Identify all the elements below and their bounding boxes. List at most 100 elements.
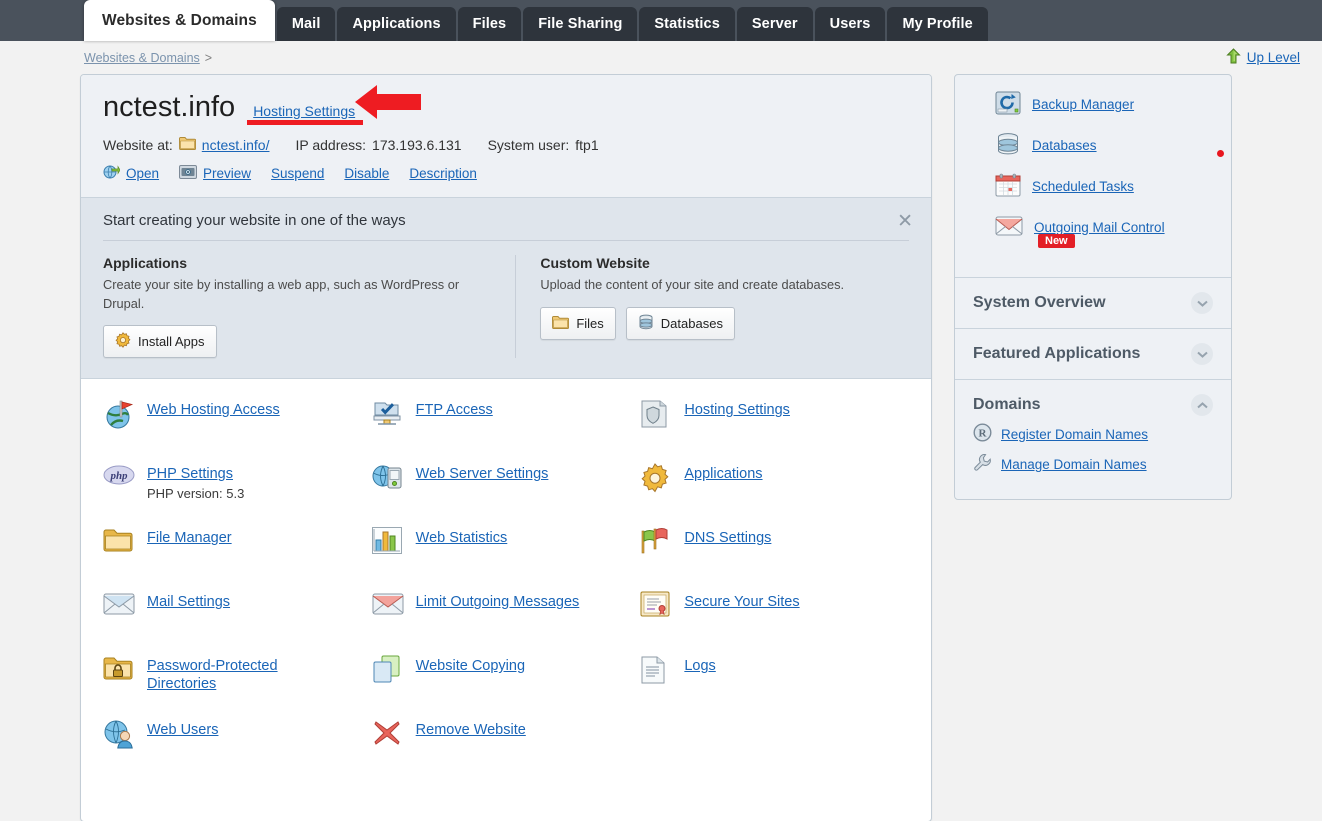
sidebar-link[interactable]: Backup Manager — [1032, 97, 1134, 112]
sidebar-item-manage-domain-names[interactable]: Manage Domain Names — [973, 453, 1213, 475]
tool-ftp-access[interactable]: FTP Access — [372, 397, 641, 461]
tool-logs[interactable]: Logs — [640, 653, 909, 717]
tool-link[interactable]: Web Server Settings — [416, 465, 549, 483]
gear-icon — [115, 332, 131, 351]
tool-link[interactable]: Web Hosting Access — [147, 401, 280, 419]
action-preview[interactable]: Preview — [179, 165, 251, 182]
sidebar-link[interactable]: Databases — [1032, 138, 1097, 153]
tab-statistics[interactable]: Statistics — [639, 7, 734, 41]
tool-link[interactable]: Applications — [684, 465, 762, 483]
shield-document-icon — [640, 397, 672, 432]
tool-secure-your-sites[interactable]: Secure Your Sites — [640, 589, 909, 653]
tool-body: Hosting Settings — [684, 397, 790, 419]
globe-user-icon — [103, 717, 135, 752]
tool-hosting-settings[interactable]: Hosting Settings — [640, 397, 909, 461]
tool-link[interactable]: DNS Settings — [684, 529, 771, 547]
sidebar-section-domains[interactable]: Domains R Register Domain — [955, 379, 1231, 499]
flags-icon — [640, 525, 672, 558]
tool-link[interactable]: Logs — [684, 657, 715, 675]
tool-link[interactable]: Limit Outgoing Messages — [416, 593, 580, 611]
tool-dns-settings[interactable]: DNS Settings — [640, 525, 909, 589]
action-description-link[interactable]: Description — [409, 166, 477, 181]
sidebar-section-featured-applications[interactable]: Featured Applications — [955, 328, 1231, 379]
tool-link[interactable]: Hosting Settings — [684, 401, 790, 419]
tab-file-sharing[interactable]: File Sharing — [523, 7, 637, 41]
ip-address-label: IP address: — [295, 137, 366, 153]
up-level[interactable]: Up Level — [1226, 48, 1300, 68]
files-button[interactable]: Files — [540, 307, 615, 340]
databases-button[interactable]: Databases — [626, 307, 735, 340]
folder-lock-icon — [103, 653, 135, 684]
tool-limit-outgoing-messages[interactable]: Limit Outgoing Messages — [372, 589, 641, 653]
action-suspend[interactable]: Suspend — [271, 166, 324, 181]
tab-websites-domains[interactable]: Websites & Domains — [84, 0, 275, 41]
tab-mail[interactable]: Mail — [277, 7, 336, 41]
sidebar-link[interactable]: Outgoing Mail Control — [1034, 220, 1165, 235]
system-user-group: System user: ftp1 — [488, 137, 599, 153]
tool-link[interactable]: Website Copying — [416, 657, 525, 675]
sidebar-item-scheduled-tasks[interactable]: Scheduled Tasks — [995, 173, 1213, 200]
calendar-icon — [995, 173, 1021, 200]
databases-button-label: Databases — [661, 316, 723, 331]
tool-link[interactable]: Web Users — [147, 721, 218, 739]
hosting-settings-annotated-link[interactable]: Hosting Settings — [253, 103, 355, 119]
tool-link[interactable]: Mail Settings — [147, 593, 230, 611]
tab-my-profile[interactable]: My Profile — [887, 7, 987, 41]
annotation-arrow-icon — [355, 83, 421, 121]
breadcrumb-item-websites-domains[interactable]: Websites & Domains — [84, 51, 200, 65]
section-title: System Overview — [973, 294, 1213, 312]
tab-applications[interactable]: Applications — [337, 7, 455, 41]
tab-users[interactable]: Users — [815, 7, 886, 41]
action-open[interactable]: Open — [103, 164, 159, 183]
tool-web-server-settings[interactable]: Web Server Settings — [372, 461, 641, 525]
promo-custom-text: Upload the content of your site and crea… — [540, 276, 885, 295]
tool-link[interactable]: PHP Settings — [147, 465, 233, 483]
tool-php-settings[interactable]: php PHP Settings PHP version: 5.3 — [103, 461, 372, 525]
tool-web-users[interactable]: Web Users — [103, 717, 372, 781]
install-apps-button[interactable]: Install Apps — [103, 325, 217, 358]
tool-remove-website[interactable]: Remove Website — [372, 717, 641, 781]
ftp-icon — [372, 397, 404, 432]
action-preview-link[interactable]: Preview — [203, 166, 251, 181]
tool-link[interactable]: Password-Protected Directories — [147, 657, 297, 693]
sidebar-link[interactable]: Register Domain Names — [1001, 427, 1148, 442]
sidebar-item-databases[interactable]: Databases — [995, 132, 1213, 159]
action-suspend-link[interactable]: Suspend — [271, 166, 324, 181]
chevron-up-icon[interactable] — [1191, 394, 1213, 416]
tool-web-hosting-access[interactable]: Web Hosting Access — [103, 397, 372, 461]
up-level-link[interactable]: Up Level — [1247, 50, 1300, 65]
tool-web-statistics[interactable]: Web Statistics — [372, 525, 641, 589]
tool-link[interactable]: FTP Access — [416, 401, 493, 419]
tool-website-copying[interactable]: Website Copying — [372, 653, 641, 717]
action-description[interactable]: Description — [409, 166, 477, 181]
hosting-settings-link[interactable]: Hosting Settings — [253, 103, 355, 119]
tab-server[interactable]: Server — [737, 7, 813, 41]
tool-applications[interactable]: Applications — [640, 461, 909, 525]
svg-text:php: php — [109, 470, 128, 482]
tool-link[interactable]: File Manager — [147, 529, 232, 547]
tool-link[interactable]: Remove Website — [416, 721, 526, 739]
action-disable[interactable]: Disable — [344, 166, 389, 181]
sidebar-item-backup-manager[interactable]: Backup Manager — [995, 91, 1213, 118]
chevron-down-icon[interactable] — [1191, 292, 1213, 314]
tool-file-manager[interactable]: File Manager — [103, 525, 372, 589]
tool-body: Website Copying — [416, 653, 525, 675]
tool-mail-settings[interactable]: Mail Settings — [103, 589, 372, 653]
action-disable-link[interactable]: Disable — [344, 166, 389, 181]
website-path-link[interactable]: nctest.info/ — [202, 137, 270, 153]
database-icon — [638, 314, 654, 333]
sidebar-link[interactable]: Scheduled Tasks — [1032, 179, 1134, 194]
tab-files[interactable]: Files — [458, 7, 522, 41]
chevron-down-icon[interactable] — [1191, 343, 1213, 365]
sidebar-link[interactable]: Manage Domain Names — [1001, 457, 1147, 472]
sidebar-item-outgoing-mail-control[interactable]: Outgoing Mail Control New — [995, 214, 1213, 261]
close-icon[interactable]: ✕ — [897, 212, 913, 231]
sidebar-section-system-overview[interactable]: System Overview — [955, 277, 1231, 328]
action-open-link[interactable]: Open — [126, 166, 159, 181]
tool-link[interactable]: Web Statistics — [416, 529, 508, 547]
tool-body: Mail Settings — [147, 589, 230, 611]
tool-link[interactable]: Secure Your Sites — [684, 593, 799, 611]
tool-body: Remove Website — [416, 717, 526, 739]
sidebar-item-register-domain-names[interactable]: R Register Domain Names — [973, 423, 1213, 445]
tool-password-protected-directories[interactable]: Password-Protected Directories — [103, 653, 372, 717]
